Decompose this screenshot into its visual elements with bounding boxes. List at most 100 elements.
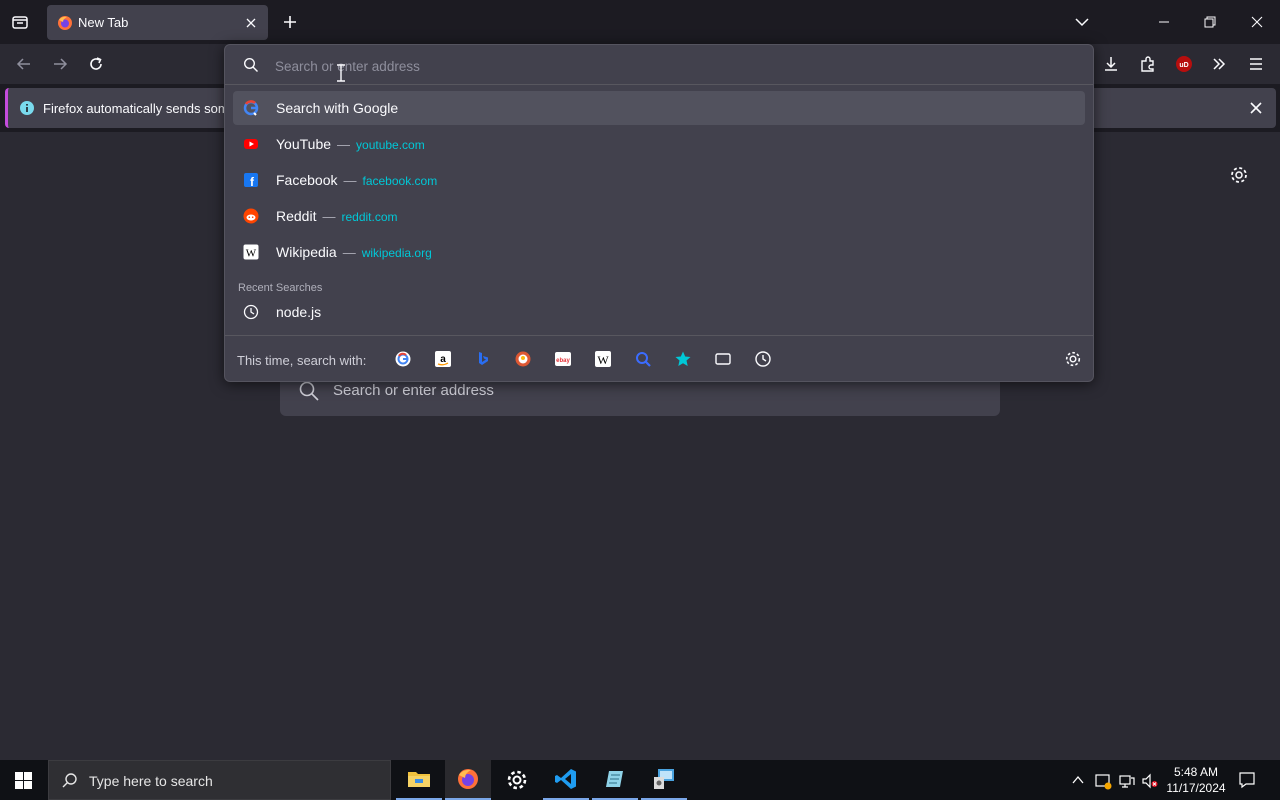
urlbar-input[interactable] xyxy=(275,57,975,75)
reddit-icon xyxy=(243,208,259,224)
suggestion-url: facebook.com xyxy=(362,174,438,188)
app-menu-button[interactable] xyxy=(1244,52,1268,76)
firefox-icon xyxy=(58,16,72,30)
chevron-down-icon xyxy=(1075,18,1089,27)
history-icon[interactable] xyxy=(754,350,772,368)
bing-icon[interactable] xyxy=(474,350,492,368)
plus-icon xyxy=(284,16,296,28)
facebook-icon: f xyxy=(244,173,258,188)
puzzle-icon xyxy=(1141,56,1154,72)
taskbar-settings[interactable] xyxy=(494,760,540,800)
suggestion-reddit[interactable]: Reddit — reddit.com xyxy=(233,199,1085,233)
minimize-button[interactable] xyxy=(1154,12,1174,32)
suggestion-youtube[interactable]: YouTube — youtube.com xyxy=(233,127,1085,161)
taskbar-vscode[interactable] xyxy=(543,760,589,800)
list-all-tabs-button[interactable] xyxy=(1072,12,1092,32)
ublock-button[interactable]: uD xyxy=(1172,52,1196,76)
new-tab-button[interactable] xyxy=(280,12,300,32)
text-cursor-icon xyxy=(337,64,345,82)
chevron-up-icon[interactable] xyxy=(1071,773,1085,787)
bookmarks-icon[interactable] xyxy=(674,350,692,368)
suggestion-title: Wikipedia — wikipedia.org xyxy=(276,244,432,260)
close-icon[interactable] xyxy=(1248,100,1264,116)
search-icon xyxy=(62,773,77,788)
windows-taskbar: Type here to search 5:48 AM 11/17/2024 xyxy=(0,760,1280,800)
firefox-view-icon xyxy=(12,16,28,29)
suggestion-search-google[interactable]: Search with Google xyxy=(233,91,1085,125)
overflow-menu-button[interactable] xyxy=(1207,52,1231,76)
tabs-icon[interactable] xyxy=(714,350,732,368)
start-button[interactable] xyxy=(0,760,48,800)
firefox-view-button[interactable] xyxy=(8,10,32,34)
restore-button[interactable] xyxy=(1200,12,1220,32)
svg-text:ebay: ebay xyxy=(556,358,570,364)
suggestion-title: Search with Google xyxy=(276,100,399,116)
history-icon xyxy=(243,304,259,320)
hamburger-menu-icon xyxy=(1250,58,1262,70)
info-icon xyxy=(20,101,34,115)
tab-title: New Tab xyxy=(78,15,129,30)
control-panel-icon xyxy=(654,769,674,789)
youtube-icon xyxy=(244,139,258,149)
folder-icon xyxy=(408,772,430,787)
suggestion-facebook[interactable]: f Facebook — facebook.com xyxy=(233,163,1085,197)
gear-icon xyxy=(507,770,527,790)
suggestion-url: wikipedia.org xyxy=(361,246,432,260)
amazon-icon[interactable]: a xyxy=(434,350,452,368)
extensions-button[interactable] xyxy=(1136,52,1160,76)
wikipedia-icon[interactable]: W xyxy=(594,350,612,368)
back-button[interactable] xyxy=(12,52,36,76)
security-warning-icon[interactable] xyxy=(1094,772,1112,790)
taskbar-control-panel[interactable] xyxy=(641,760,687,800)
tab-strip: New Tab xyxy=(0,0,1280,44)
restore-icon xyxy=(1204,16,1216,28)
taskbar-clock[interactable]: 5:48 AM 11/17/2024 xyxy=(1160,764,1232,796)
ebay-icon[interactable]: ebay xyxy=(554,350,572,368)
volume-muted-icon[interactable] xyxy=(1141,772,1159,790)
gear-icon[interactable] xyxy=(1064,350,1082,368)
suggestion-title: YouTube — youtube.com xyxy=(276,136,425,152)
tab-new-tab[interactable]: New Tab xyxy=(47,5,268,40)
close-icon xyxy=(1251,16,1263,28)
svg-text:a: a xyxy=(440,354,446,365)
taskbar-file-explorer[interactable] xyxy=(396,760,442,800)
suggestion-wikipedia[interactable]: W Wikipedia — wikipedia.org xyxy=(233,235,1085,269)
downloads-button[interactable] xyxy=(1099,52,1123,76)
taskbar-search-placeholder: Type here to search xyxy=(89,773,213,789)
urlbar-input-row xyxy=(225,45,1093,85)
svg-text:uD: uD xyxy=(1179,62,1188,69)
clock-time: 5:48 AM xyxy=(1173,765,1219,779)
gear-icon[interactable] xyxy=(1229,165,1249,185)
firefox-icon xyxy=(458,769,478,789)
arrow-right-icon xyxy=(54,58,68,70)
wikipedia-icon: W xyxy=(243,244,259,260)
search-shortcuts-footer: This time, search with: a ebay W xyxy=(225,335,1093,381)
forward-button[interactable] xyxy=(48,52,72,76)
clock-date: 11/17/2024 xyxy=(1166,781,1226,795)
google-icon[interactable] xyxy=(394,350,412,368)
suggestion-url: youtube.com xyxy=(356,138,425,152)
svg-text:W: W xyxy=(246,248,257,260)
recent-search-item[interactable]: node.js xyxy=(233,295,1085,329)
windows-logo-icon xyxy=(15,772,32,789)
suggestion-title: Reddit — reddit.com xyxy=(276,208,398,224)
recent-searches-label: Recent Searches xyxy=(238,282,323,294)
recent-search-title: node.js xyxy=(276,304,322,320)
taskbar-notepad[interactable] xyxy=(592,760,638,800)
notepad-icon xyxy=(606,771,623,787)
reload-button[interactable] xyxy=(84,52,108,76)
suggestion-url: reddit.com xyxy=(341,210,398,224)
search-icon xyxy=(299,381,319,401)
search-plus-icon[interactable] xyxy=(634,350,652,368)
taskbar-firefox[interactable] xyxy=(445,760,491,800)
download-icon xyxy=(1105,57,1117,71)
reload-icon xyxy=(90,57,102,70)
notifications-icon[interactable] xyxy=(1238,771,1256,789)
window-close-button[interactable] xyxy=(1247,12,1267,32)
close-icon[interactable] xyxy=(243,15,259,31)
duckduckgo-icon[interactable] xyxy=(514,350,532,368)
svg-text:W: W xyxy=(597,353,609,367)
network-icon[interactable] xyxy=(1118,772,1136,790)
taskbar-search-box[interactable]: Type here to search xyxy=(48,760,391,800)
vscode-icon xyxy=(555,769,576,789)
